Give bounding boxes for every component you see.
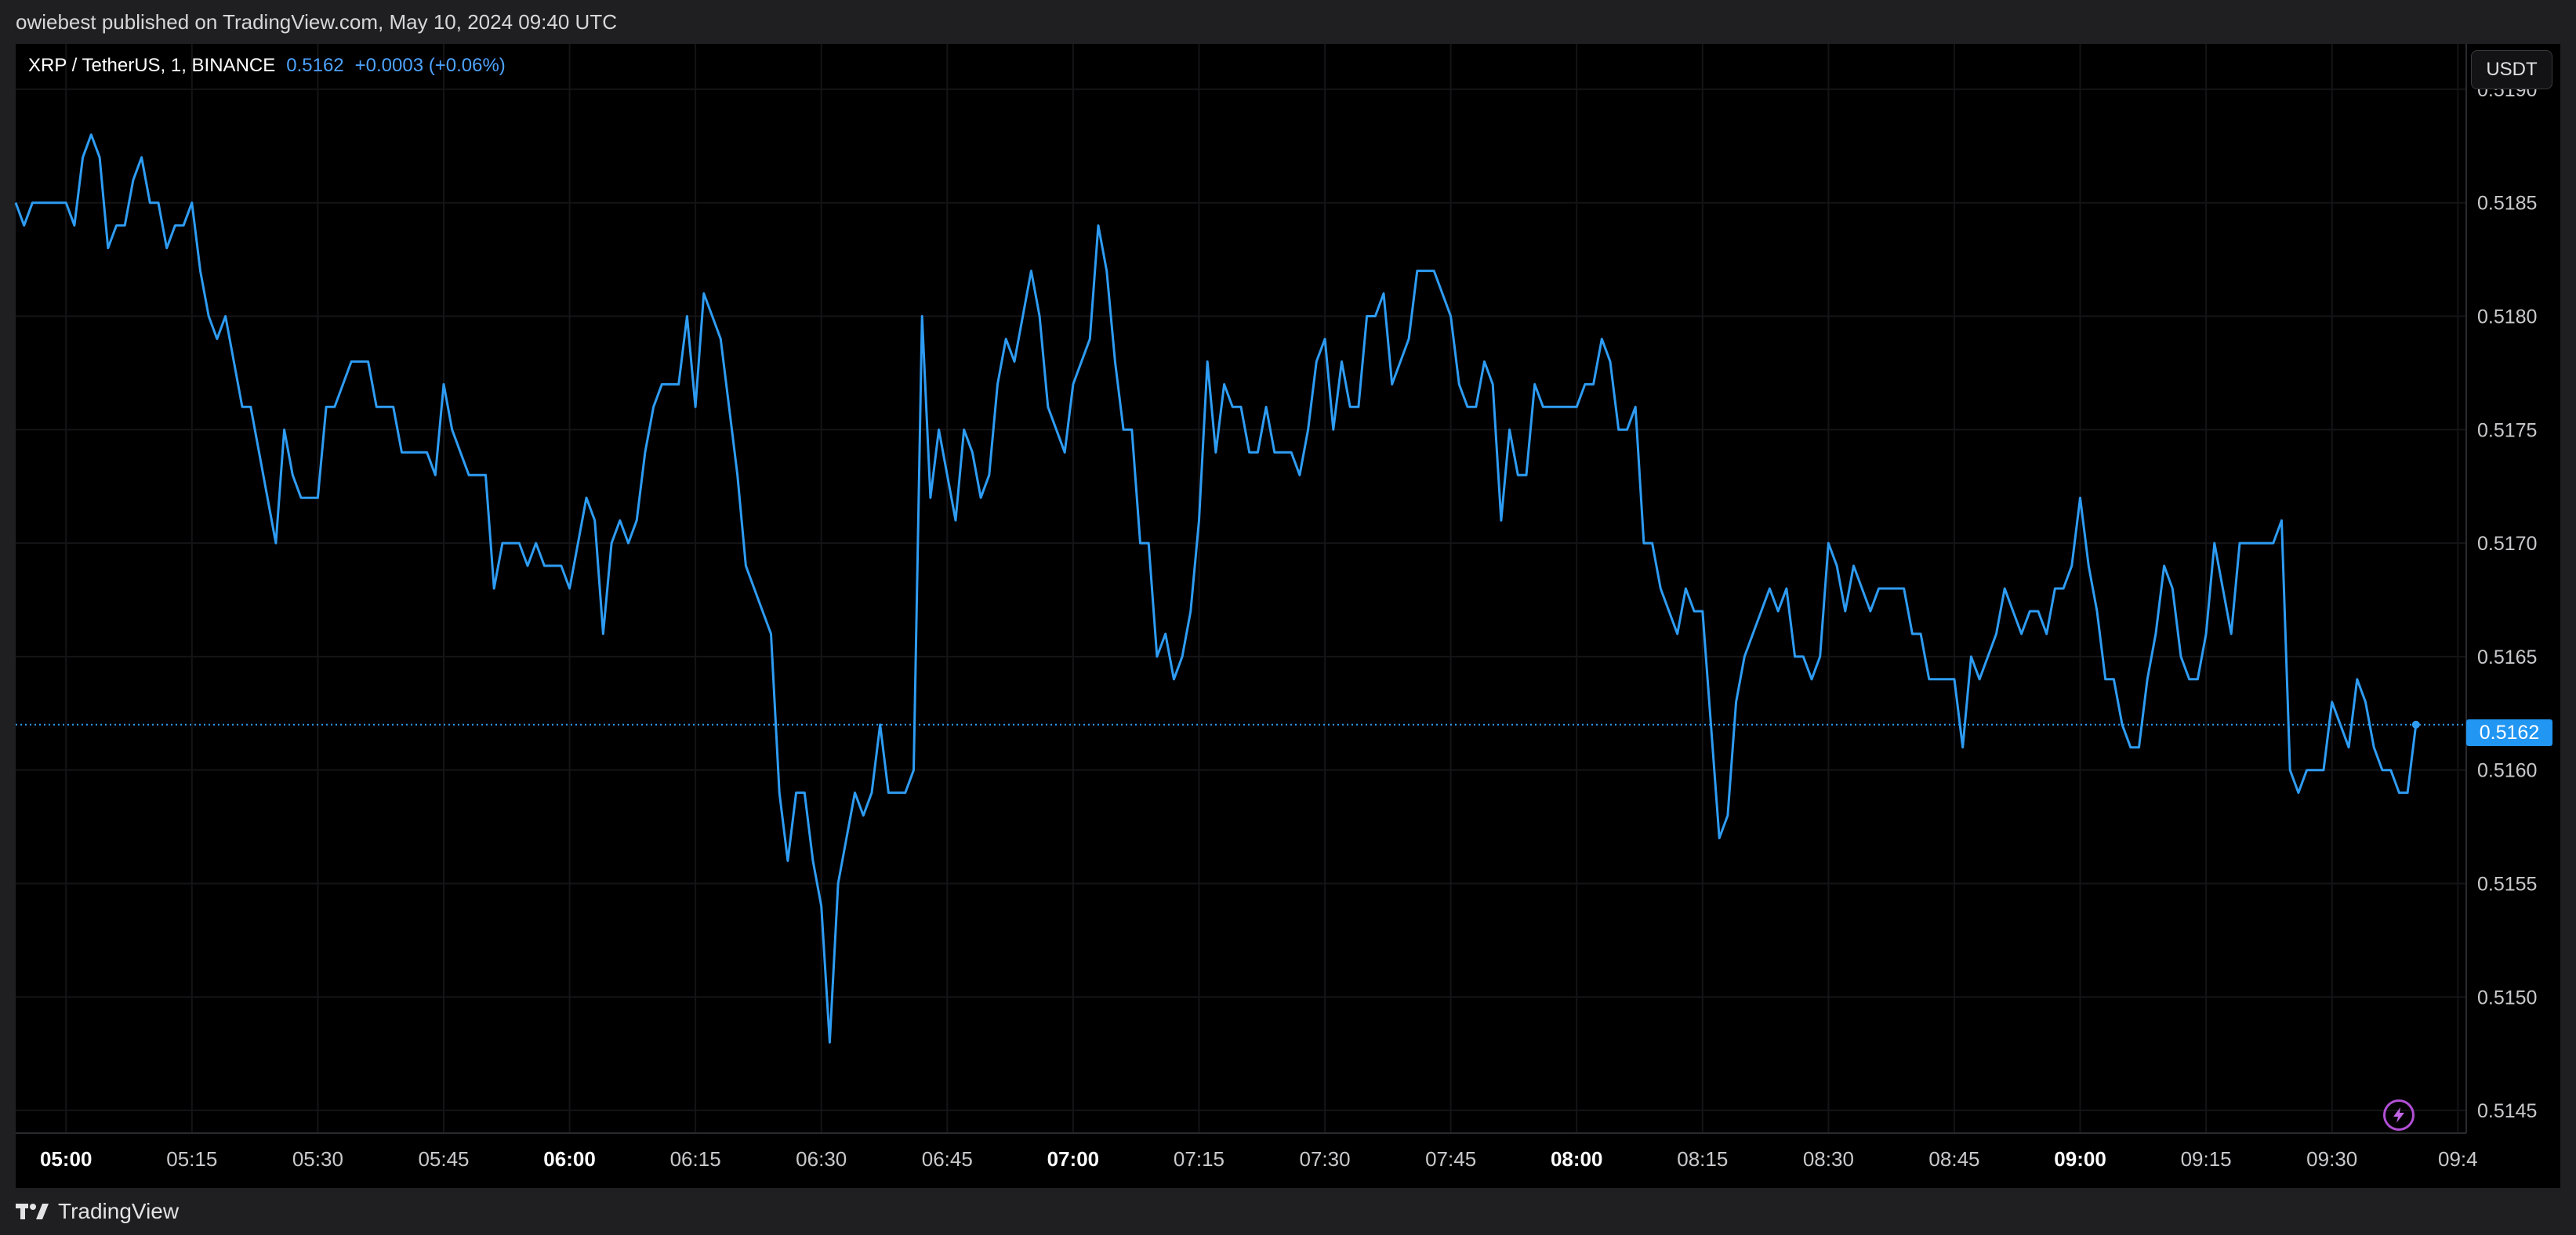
price-tick-label: 0.5155	[2477, 873, 2537, 895]
symbol-legend: XRP / TetherUS, 1, BINANCE 0.5162 +0.000…	[28, 55, 506, 77]
time-tick-label: 08:15	[1677, 1147, 1728, 1171]
time-tick-label: 08:45	[1928, 1147, 1979, 1171]
currency-unit-button[interactable]: USDT	[2471, 50, 2552, 89]
brand-name[interactable]: TradingView	[58, 1199, 179, 1224]
price-tick-label: 0.5170	[2477, 533, 2537, 555]
time-tick-label: 08:00	[1551, 1147, 1603, 1171]
price-tick-label: 0.5150	[2477, 987, 2537, 1009]
price-tick-label: 0.5165	[2477, 646, 2537, 668]
time-tick-label: 05:00	[40, 1147, 93, 1171]
lightning-bolt-glyph-icon	[2393, 1107, 2404, 1123]
time-tick-label: 05:15	[166, 1147, 217, 1171]
time-tick-label: 05:30	[292, 1147, 343, 1171]
time-tick-label: 09:15	[2181, 1147, 2232, 1171]
time-tick-label: 07:00	[1047, 1147, 1100, 1171]
time-tick-label: 07:30	[1300, 1147, 1351, 1171]
tradingview-logo-icon[interactable]	[16, 1202, 49, 1221]
price-tick-label: 0.5175	[2477, 419, 2537, 441]
legend-price: 0.5162	[286, 55, 344, 76]
time-tick-label: 08:30	[1803, 1147, 1854, 1171]
footer-bar: TradingView	[0, 1188, 2576, 1235]
time-tick-label: 06:00	[543, 1147, 596, 1171]
time-tick-label: 09:00	[2054, 1147, 2106, 1171]
price-tick-label: 0.5160	[2477, 760, 2537, 782]
time-tick-label: 09:30	[2306, 1147, 2357, 1171]
time-tick-label: 07:15	[1174, 1147, 1225, 1171]
time-tick-label: 06:30	[796, 1147, 847, 1171]
lightning-bolt-icon[interactable]	[2383, 1099, 2415, 1131]
last-price-tag: 0.5162	[2466, 719, 2552, 746]
price-tick-label: 0.5145	[2477, 1100, 2537, 1122]
time-tick-label: 06:45	[922, 1147, 973, 1171]
time-axis[interactable]: 05:00 05:15 05:30 05:45 06:00 06:15 06:30 06:45…	[40, 1147, 2478, 1171]
legend-change: +0.0003 (+0.06%)	[354, 55, 506, 76]
price-axis[interactable]: 0.5145 0.5150 0.5155 0.5160 0.5165 0.5170 0.51…	[2477, 79, 2537, 1122]
grid	[16, 44, 2466, 1133]
price-series-line[interactable]	[14, 133, 2418, 1044]
price-tick-label: 0.5180	[2477, 306, 2537, 328]
last-price-dot	[2411, 720, 2420, 729]
time-tick-label: 05:45	[418, 1147, 469, 1171]
symbol-label[interactable]: XRP / TetherUS, 1, BINANCE	[28, 55, 275, 77]
time-tick-label: 07:45	[1425, 1147, 1476, 1171]
time-tick-label: 09:4	[2438, 1147, 2478, 1171]
price-chart[interactable]: 0.5145 0.5150 0.5155 0.5160 0.5165 0.5170 0.51…	[0, 0, 2576, 1188]
price-tick-label: 0.5185	[2477, 193, 2537, 215]
time-tick-label: 06:15	[670, 1147, 721, 1171]
